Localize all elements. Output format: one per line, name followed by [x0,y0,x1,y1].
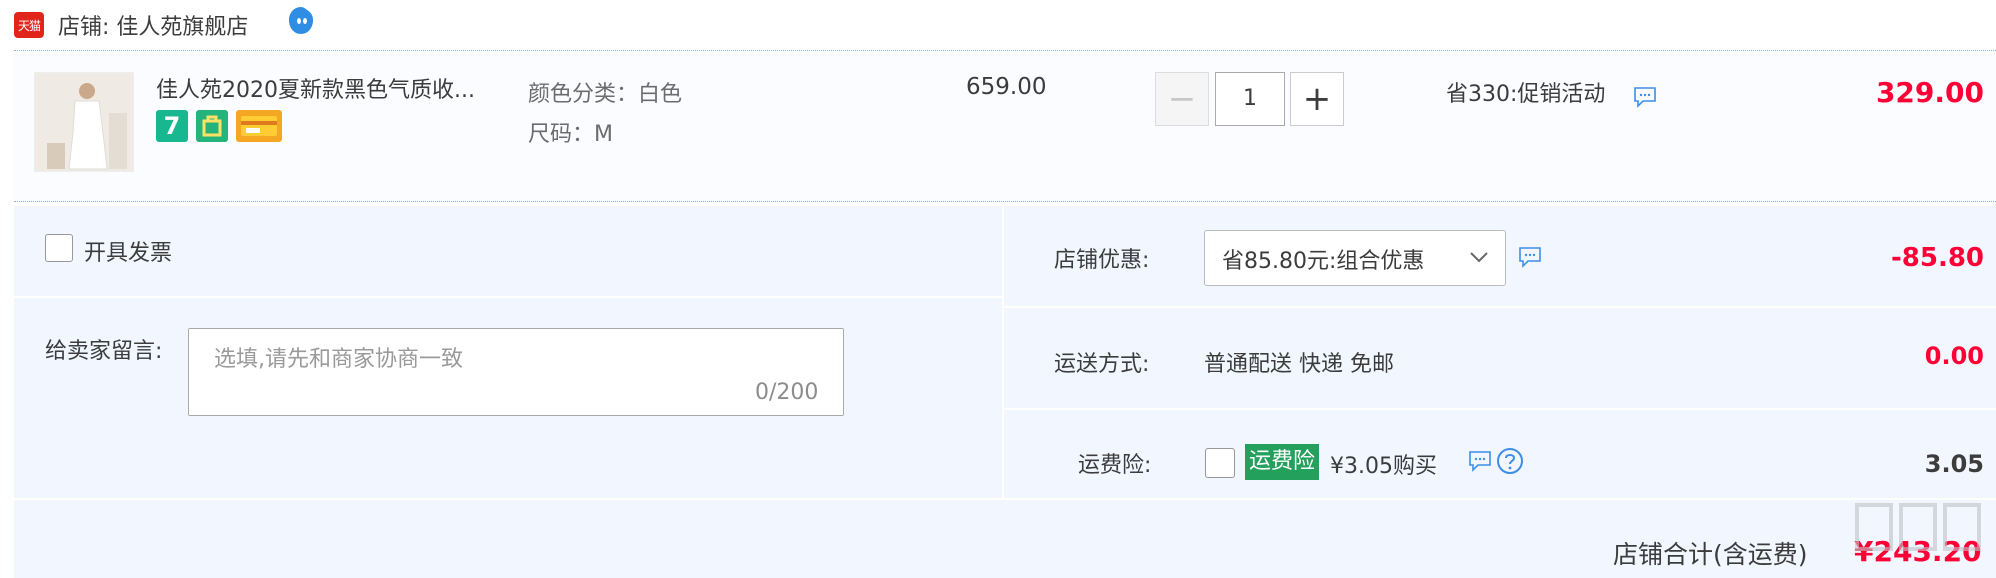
insurance-badge: 运费险 [1245,444,1320,480]
sku-size: 尺码：M [528,122,613,147]
help-icon[interactable] [1496,447,1524,475]
comment-icon[interactable] [1633,86,1657,108]
message-placeholder: 选填,请先和商家协商一致 [214,347,463,372]
insurance-label: 运费险: [1078,453,1152,478]
shopping-bag-icon [196,110,228,142]
insurance-checkbox[interactable] [1205,448,1235,478]
message-label: 给卖家留言: [45,339,163,364]
shop-discount-amount: -85.80 [1890,243,1984,273]
product-title[interactable]: 佳人苑2020夏新款黑色气质收... [156,72,475,104]
comment-icon[interactable] [1468,450,1492,472]
shipping-method: 普通配送 快递 免邮 [1204,352,1394,377]
invoice-checkbox[interactable] [45,234,73,262]
watermark-logo [1855,503,1981,551]
divider [14,201,1996,202]
column-divider [1002,206,1004,498]
shop-total-label: 店铺合计(含运费) [1613,540,1808,569]
product-image-icon [35,73,133,171]
row-divider [14,498,1996,500]
seven-day-return-icon: 7 [156,110,188,142]
chevron-down-icon[interactable] [1466,244,1492,270]
insurance-amount: 3.05 [1924,450,1984,478]
shipping-label: 运送方式: [1054,352,1150,377]
quantity-decrease-button[interactable]: − [1155,72,1209,126]
credit-card-icon [236,110,282,142]
row-divider [1004,408,1996,410]
promotion-text: 省330:促销活动 [1446,82,1606,107]
product-thumbnail[interactable] [34,72,134,172]
insurance-price: ¥3.05购买 [1330,454,1437,479]
quantity-increase-button[interactable]: + [1290,72,1344,126]
divider [14,50,1996,51]
shipping-amount: 0.00 [1924,342,1984,370]
tmall-logo: 天猫 [14,12,44,38]
row-divider [14,296,1002,298]
wangwang-chat-icon[interactable] [285,5,317,37]
quantity-input[interactable]: 1 [1215,72,1285,126]
item-subtotal: 329.00 [1875,76,1984,109]
shop-name[interactable]: 店铺: 佳人苑旗舰店 [58,9,248,41]
comment-icon[interactable] [1518,246,1542,268]
row-divider [1004,306,1996,308]
invoice-label[interactable]: 开具发票 [84,235,172,267]
unit-price: 659.00 [966,74,1047,100]
shop-discount-label: 店铺优惠: [1054,248,1150,273]
shop-discount-selected[interactable]: 省85.80元:组合优惠 [1222,243,1424,275]
character-counter: 0/200 [755,380,819,405]
sku-color: 颜色分类：白色 [528,82,683,107]
